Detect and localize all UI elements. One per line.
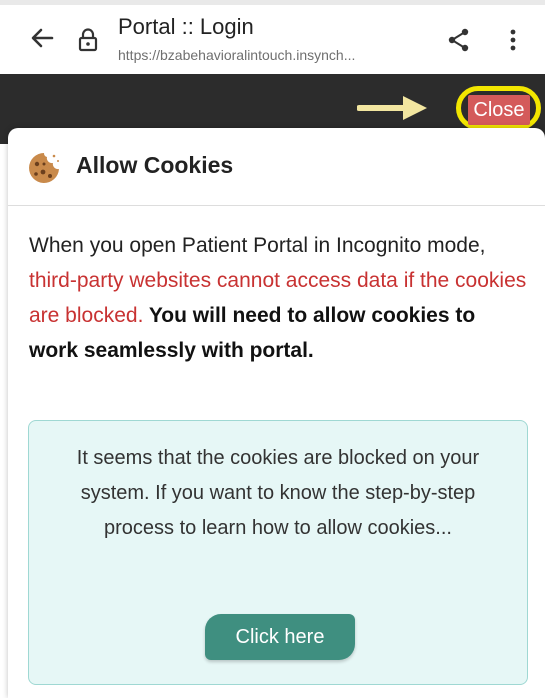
- arrow-right-icon: [356, 93, 429, 123]
- close-button[interactable]: Close: [468, 95, 530, 125]
- click-here-button[interactable]: Click here: [205, 614, 355, 660]
- modal-title: Allow Cookies: [76, 152, 234, 178]
- intro-text: When you open Patient Portal in Incognit…: [29, 234, 486, 257]
- modal-message: When you open Patient Portal in Incognit…: [29, 228, 529, 368]
- more-menu-icon[interactable]: [498, 24, 528, 56]
- info-box: It seems that the cookies are blocked on…: [28, 420, 528, 685]
- cookie-icon: [26, 150, 62, 186]
- modal-header: Allow Cookies: [8, 128, 545, 206]
- info-text: It seems that the cookies are blocked on…: [76, 447, 480, 539]
- page-title: Portal :: Login: [118, 14, 254, 39]
- lock-icon[interactable]: [74, 26, 102, 54]
- page-url[interactable]: https://bzabehavioralintouch.insynch...: [118, 47, 423, 63]
- cookies-modal: Allow Cookies When you open Patient Port…: [8, 128, 545, 698]
- share-icon[interactable]: [443, 24, 475, 56]
- back-arrow-icon[interactable]: [26, 22, 58, 54]
- browser-toolbar: Portal :: Login https://bzabehavioralint…: [0, 0, 545, 74]
